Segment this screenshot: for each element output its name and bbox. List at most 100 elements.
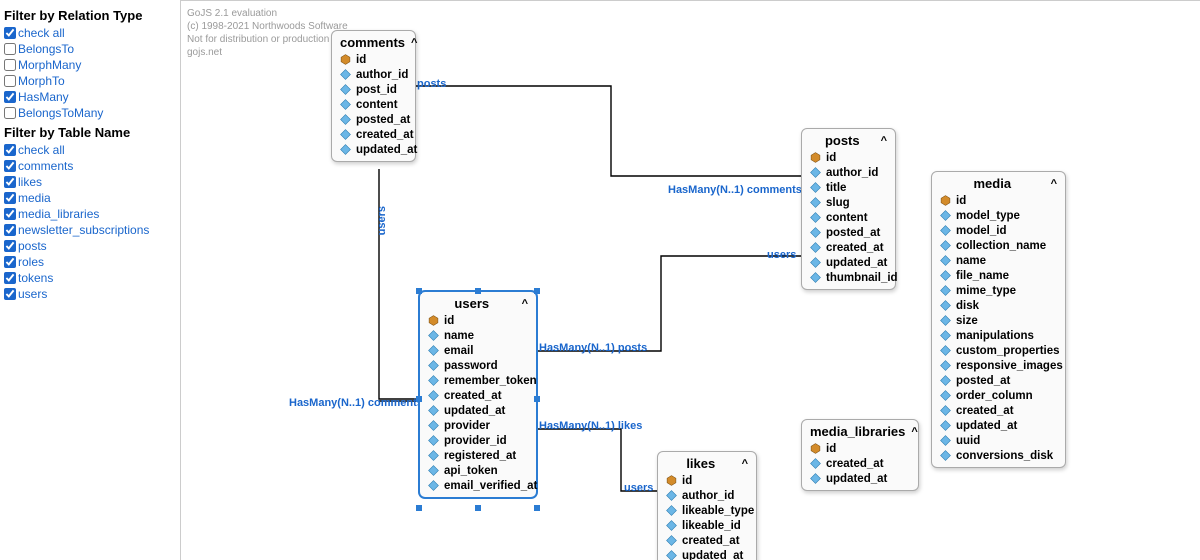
table-card-posts[interactable]: posts^idauthor_idtitleslugcontentposted_… <box>801 128 896 290</box>
field-row[interactable]: registered_at <box>420 448 536 463</box>
field-row[interactable]: id <box>332 52 415 67</box>
field-row[interactable]: likeable_type <box>658 503 756 518</box>
field-row[interactable]: updated_at <box>802 255 895 270</box>
selection-handle[interactable] <box>475 505 481 511</box>
card-header[interactable]: posts^ <box>802 129 895 150</box>
relation-filter-item[interactable]: MorphMany <box>4 57 176 73</box>
field-row[interactable]: author_id <box>802 165 895 180</box>
field-row[interactable]: provider <box>420 418 536 433</box>
field-row[interactable]: post_id <box>332 82 415 97</box>
field-row[interactable]: password <box>420 358 536 373</box>
field-row[interactable]: created_at <box>420 388 536 403</box>
field-row[interactable]: id <box>932 193 1065 208</box>
field-row[interactable]: model_id <box>932 223 1065 238</box>
relation-filter-item[interactable]: check all <box>4 25 176 41</box>
chevron-up-icon[interactable]: ^ <box>522 298 528 310</box>
table-filter-checkbox[interactable] <box>4 192 16 204</box>
table-card-comments[interactable]: comments^idauthor_idpost_idcontentposted… <box>331 30 416 162</box>
field-row[interactable]: provider_id <box>420 433 536 448</box>
field-row[interactable]: created_at <box>802 240 895 255</box>
card-header[interactable]: media^ <box>932 172 1065 193</box>
field-row[interactable]: likeable_id <box>658 518 756 533</box>
field-row[interactable]: conversions_disk <box>932 448 1065 463</box>
table-filter-checkbox[interactable] <box>4 272 16 284</box>
table-filter-item[interactable]: media_libraries <box>4 206 176 222</box>
table-filter-checkbox[interactable] <box>4 256 16 268</box>
relation-filter-item[interactable]: BelongsTo <box>4 41 176 57</box>
field-row[interactable]: responsive_images <box>932 358 1065 373</box>
field-row[interactable]: remember_token <box>420 373 536 388</box>
field-row[interactable]: id <box>802 150 895 165</box>
relation-filter-item[interactable]: MorphTo <box>4 73 176 89</box>
table-filter-checkbox[interactable] <box>4 208 16 220</box>
field-row[interactable]: updated_at <box>420 403 536 418</box>
field-row[interactable]: content <box>332 97 415 112</box>
field-row[interactable]: updated_at <box>802 471 918 486</box>
table-filter-checkbox[interactable] <box>4 160 16 172</box>
table-filter-checkbox[interactable] <box>4 144 16 156</box>
field-row[interactable]: created_at <box>932 403 1065 418</box>
field-row[interactable]: manipulations <box>932 328 1065 343</box>
selection-handle[interactable] <box>416 396 422 402</box>
selection-handle[interactable] <box>534 396 540 402</box>
selection-handle[interactable] <box>534 505 540 511</box>
field-row[interactable]: email <box>420 343 536 358</box>
field-row[interactable]: slug <box>802 195 895 210</box>
field-row[interactable]: api_token <box>420 463 536 478</box>
selection-handle[interactable] <box>416 505 422 511</box>
selection-handle[interactable] <box>475 288 481 294</box>
relation-filter-checkbox[interactable] <box>4 43 16 55</box>
table-filter-checkbox[interactable] <box>4 288 16 300</box>
card-header[interactable]: users^ <box>420 292 536 313</box>
field-row[interactable]: name <box>932 253 1065 268</box>
field-row[interactable]: id <box>658 473 756 488</box>
field-row[interactable]: content <box>802 210 895 225</box>
field-row[interactable]: updated_at <box>658 548 756 560</box>
chevron-up-icon[interactable]: ^ <box>911 426 917 438</box>
table-card-users[interactable]: users^idnameemailpasswordremember_tokenc… <box>419 291 537 498</box>
table-filter-item[interactable]: comments <box>4 158 176 174</box>
field-row[interactable]: model_type <box>932 208 1065 223</box>
card-header[interactable]: likes^ <box>658 452 756 473</box>
relation-filter-checkbox[interactable] <box>4 107 16 119</box>
relation-filter-item[interactable]: HasMany <box>4 89 176 105</box>
table-filter-item[interactable]: newsletter_subscriptions <box>4 222 176 238</box>
relation-filter-checkbox[interactable] <box>4 59 16 71</box>
field-row[interactable]: email_verified_at <box>420 478 536 493</box>
table-card-media[interactable]: media^idmodel_typemodel_idcollection_nam… <box>931 171 1066 468</box>
relation-filter-checkbox[interactable] <box>4 75 16 87</box>
field-row[interactable]: posted_at <box>332 112 415 127</box>
field-row[interactable]: created_at <box>802 456 918 471</box>
field-row[interactable]: author_id <box>332 67 415 82</box>
relation-filter-item[interactable]: BelongsToMany <box>4 105 176 121</box>
table-filter-item[interactable]: tokens <box>4 270 176 286</box>
field-row[interactable]: updated_at <box>332 142 415 157</box>
table-filter-item[interactable]: posts <box>4 238 176 254</box>
relation-filter-checkbox[interactable] <box>4 91 16 103</box>
table-filter-item[interactable]: check all <box>4 142 176 158</box>
table-filter-checkbox[interactable] <box>4 176 16 188</box>
relation-filter-checkbox[interactable] <box>4 27 16 39</box>
table-card-likes[interactable]: likes^idauthor_idlikeable_typelikeable_i… <box>657 451 757 560</box>
field-row[interactable]: file_name <box>932 268 1065 283</box>
field-row[interactable]: id <box>802 441 918 456</box>
field-row[interactable]: uuid <box>932 433 1065 448</box>
field-row[interactable]: posted_at <box>802 225 895 240</box>
field-row[interactable]: created_at <box>658 533 756 548</box>
field-row[interactable]: name <box>420 328 536 343</box>
field-row[interactable]: collection_name <box>932 238 1065 253</box>
field-row[interactable]: disk <box>932 298 1065 313</box>
field-row[interactable]: thumbnail_id <box>802 270 895 285</box>
field-row[interactable]: created_at <box>332 127 415 142</box>
selection-handle[interactable] <box>534 288 540 294</box>
chevron-up-icon[interactable]: ^ <box>881 135 887 147</box>
table-filter-checkbox[interactable] <box>4 240 16 252</box>
diagram-canvas[interactable]: GoJS 2.1 evaluation (c) 1998-2021 Northw… <box>180 0 1200 560</box>
field-row[interactable]: order_column <box>932 388 1065 403</box>
table-filter-checkbox[interactable] <box>4 224 16 236</box>
card-header[interactable]: comments^ <box>332 31 415 52</box>
table-filter-item[interactable]: roles <box>4 254 176 270</box>
field-row[interactable]: custom_properties <box>932 343 1065 358</box>
chevron-up-icon[interactable]: ^ <box>1051 178 1057 190</box>
field-row[interactable]: updated_at <box>932 418 1065 433</box>
